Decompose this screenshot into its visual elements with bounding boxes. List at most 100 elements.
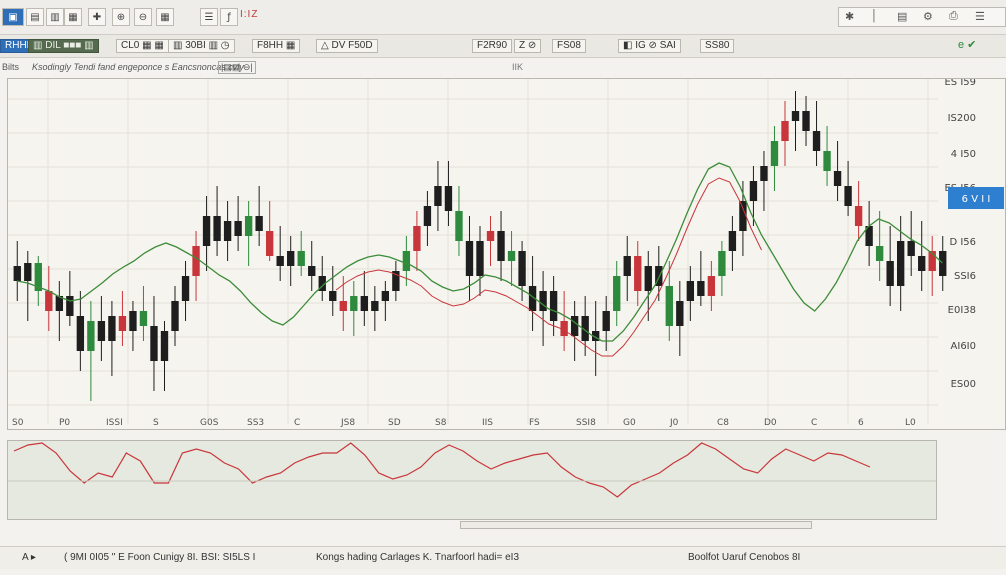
candle-body xyxy=(402,251,411,271)
time-axis-label: ISSI xyxy=(106,418,123,428)
oscillator-chart[interactable] xyxy=(8,441,936,519)
toolbar2-item[interactable]: ◧ IG ⊘ SAI xyxy=(618,39,681,53)
candle-body xyxy=(202,216,211,246)
toolbar2-item[interactable]: CL0 ▦ ▦ xyxy=(116,39,169,53)
candle-body xyxy=(665,286,673,326)
time-axis-label: C xyxy=(294,418,300,428)
time-axis-label: IIS xyxy=(482,418,493,428)
candle-body xyxy=(644,266,652,291)
time-axis-label: S8 xyxy=(435,418,447,428)
candle-body xyxy=(634,256,642,291)
crosshair-button[interactable]: ✚ xyxy=(88,8,106,26)
toolbar2-item[interactable]: FS08 xyxy=(552,39,586,53)
price-chart-panel[interactable]: ES I59IS2004 I50ES I56D I56SSI6E0I38AI6I… xyxy=(7,78,1006,430)
info-tag[interactable]: |▤▤ ⊖| xyxy=(218,61,256,74)
current-price-value: 6 V I I xyxy=(962,194,991,205)
time-axis-label: D0 xyxy=(764,418,777,428)
toolbar2-item[interactable]: Z ⊘ xyxy=(514,39,542,53)
price-chart[interactable]: ES I59IS2004 I50ES I56D I56SSI6E0I38AI6I… xyxy=(8,79,1005,429)
settings-icon[interactable]: ⚙ xyxy=(923,10,933,23)
time-axis-label: SD xyxy=(388,418,401,428)
candle-body xyxy=(770,141,779,166)
candle-body xyxy=(570,316,579,336)
candle-body xyxy=(24,263,32,281)
toolbar2-item[interactable]: ▥ DIL ■■■ ▥ xyxy=(28,39,99,53)
candle-body xyxy=(707,276,716,296)
candle-body xyxy=(192,246,200,276)
new-chart-button[interactable]: ▣ xyxy=(2,8,24,26)
price-axis-label: ES I59 xyxy=(944,79,976,88)
price-axis-label: IS200 xyxy=(948,113,976,124)
candle-body xyxy=(497,231,505,261)
candle-body xyxy=(781,121,789,141)
candle-body xyxy=(423,206,432,226)
candle-body xyxy=(518,251,526,286)
bar-icon[interactable]: ▤ xyxy=(897,10,907,23)
indicator-scrollbar[interactable] xyxy=(460,521,812,529)
line-icon[interactable]: │ xyxy=(871,10,878,22)
price-axis-label: AI6I0 xyxy=(951,341,976,352)
candle-body xyxy=(676,301,684,326)
candle-body xyxy=(171,301,179,331)
candle-body xyxy=(613,276,621,311)
candle-body xyxy=(287,251,295,266)
time-axis-label: S0 xyxy=(12,418,24,428)
indicator-panel[interactable] xyxy=(7,440,937,520)
print-button[interactable]: ▦ xyxy=(64,8,82,26)
toolbar2-item[interactable]: F2R90 xyxy=(472,39,513,53)
time-axis-label: L0 xyxy=(905,418,916,428)
time-axis-label: P0 xyxy=(59,418,70,428)
toolbar2-item[interactable]: F8HH ▦ xyxy=(252,39,301,53)
signal-line xyxy=(335,177,762,357)
candle-body xyxy=(255,216,263,231)
save-button[interactable]: ▥ xyxy=(46,8,64,26)
candle-body xyxy=(181,276,190,301)
toolbar-trailing-icon[interactable]: e ✔ xyxy=(958,38,976,51)
status-nav[interactable]: A ▸ xyxy=(22,552,36,563)
chart-center-label: IIK xyxy=(512,62,524,72)
candle-body xyxy=(602,311,610,331)
time-axis-label: G0 xyxy=(623,418,636,428)
indicator-button[interactable]: ƒ xyxy=(220,8,238,26)
symbol-label: Bilts xyxy=(2,62,20,72)
chart-toolbar: RHHF ▥ DIL ■■■ ▥ CL0 ▦ ▦ ▥ 30BI ▥ ◷ F8HH ▦ △ … xyxy=(0,35,1006,58)
zoom-in-button[interactable]: ⊕ xyxy=(112,8,130,26)
candle-body xyxy=(371,301,379,311)
candle-body xyxy=(13,266,21,281)
candle-body xyxy=(339,301,347,311)
time-axis-label: G0S xyxy=(200,418,219,428)
candle-body xyxy=(791,111,800,121)
price-axis-label: 4 I50 xyxy=(951,149,976,160)
candle-body xyxy=(434,186,442,206)
candle-body xyxy=(139,311,148,326)
candle-body xyxy=(728,231,737,251)
expand-icon[interactable]: ✱ xyxy=(845,10,854,23)
price-axis-label: D I56 xyxy=(949,237,976,248)
candle-body xyxy=(560,321,568,336)
price-axis-label: ES00 xyxy=(951,379,976,390)
candle-body xyxy=(812,131,821,151)
properties-button[interactable]: ☰ xyxy=(200,8,218,26)
candle-body xyxy=(833,171,842,186)
main-toolbar: ▣ ▤ ▥ ▦ ✚ ⊕ ⊖ ▦ ☰ ƒ I:IZ ✱ │ ▤ ⚙ ⎙ ☰ xyxy=(0,0,1006,35)
open-button[interactable]: ▤ xyxy=(26,8,44,26)
time-axis-label: JS8 xyxy=(340,418,355,428)
oscillator-line xyxy=(13,442,871,498)
price-axis-label: SSI6 xyxy=(954,271,976,282)
candle-body xyxy=(549,291,558,321)
zoom-out-button[interactable]: ⊖ xyxy=(134,8,152,26)
toolbar2-item[interactable]: △ DV F50D xyxy=(316,39,378,53)
time-axis-label: 6 xyxy=(858,418,864,428)
menu-icon[interactable]: ☰ xyxy=(975,10,985,23)
toolbar2-item[interactable]: SS80 xyxy=(700,39,735,53)
toolbar2-item[interactable]: ▥ 30BI ▥ ◷ xyxy=(168,39,235,53)
candle-body xyxy=(802,111,810,131)
candle-body xyxy=(360,296,368,311)
candle-body xyxy=(297,251,305,266)
status-right: Boolfot Uaruf Cenobos 8I xyxy=(688,552,801,563)
grid-button[interactable]: ▦ xyxy=(156,8,174,26)
status-bar: A ▸ ( 9MI 0I05 " E Foon Cunigy 8I. BSI: … xyxy=(0,546,1006,569)
candle-body xyxy=(444,186,453,211)
print-icon[interactable]: ⎙ xyxy=(949,10,958,23)
candle-body xyxy=(87,321,95,351)
